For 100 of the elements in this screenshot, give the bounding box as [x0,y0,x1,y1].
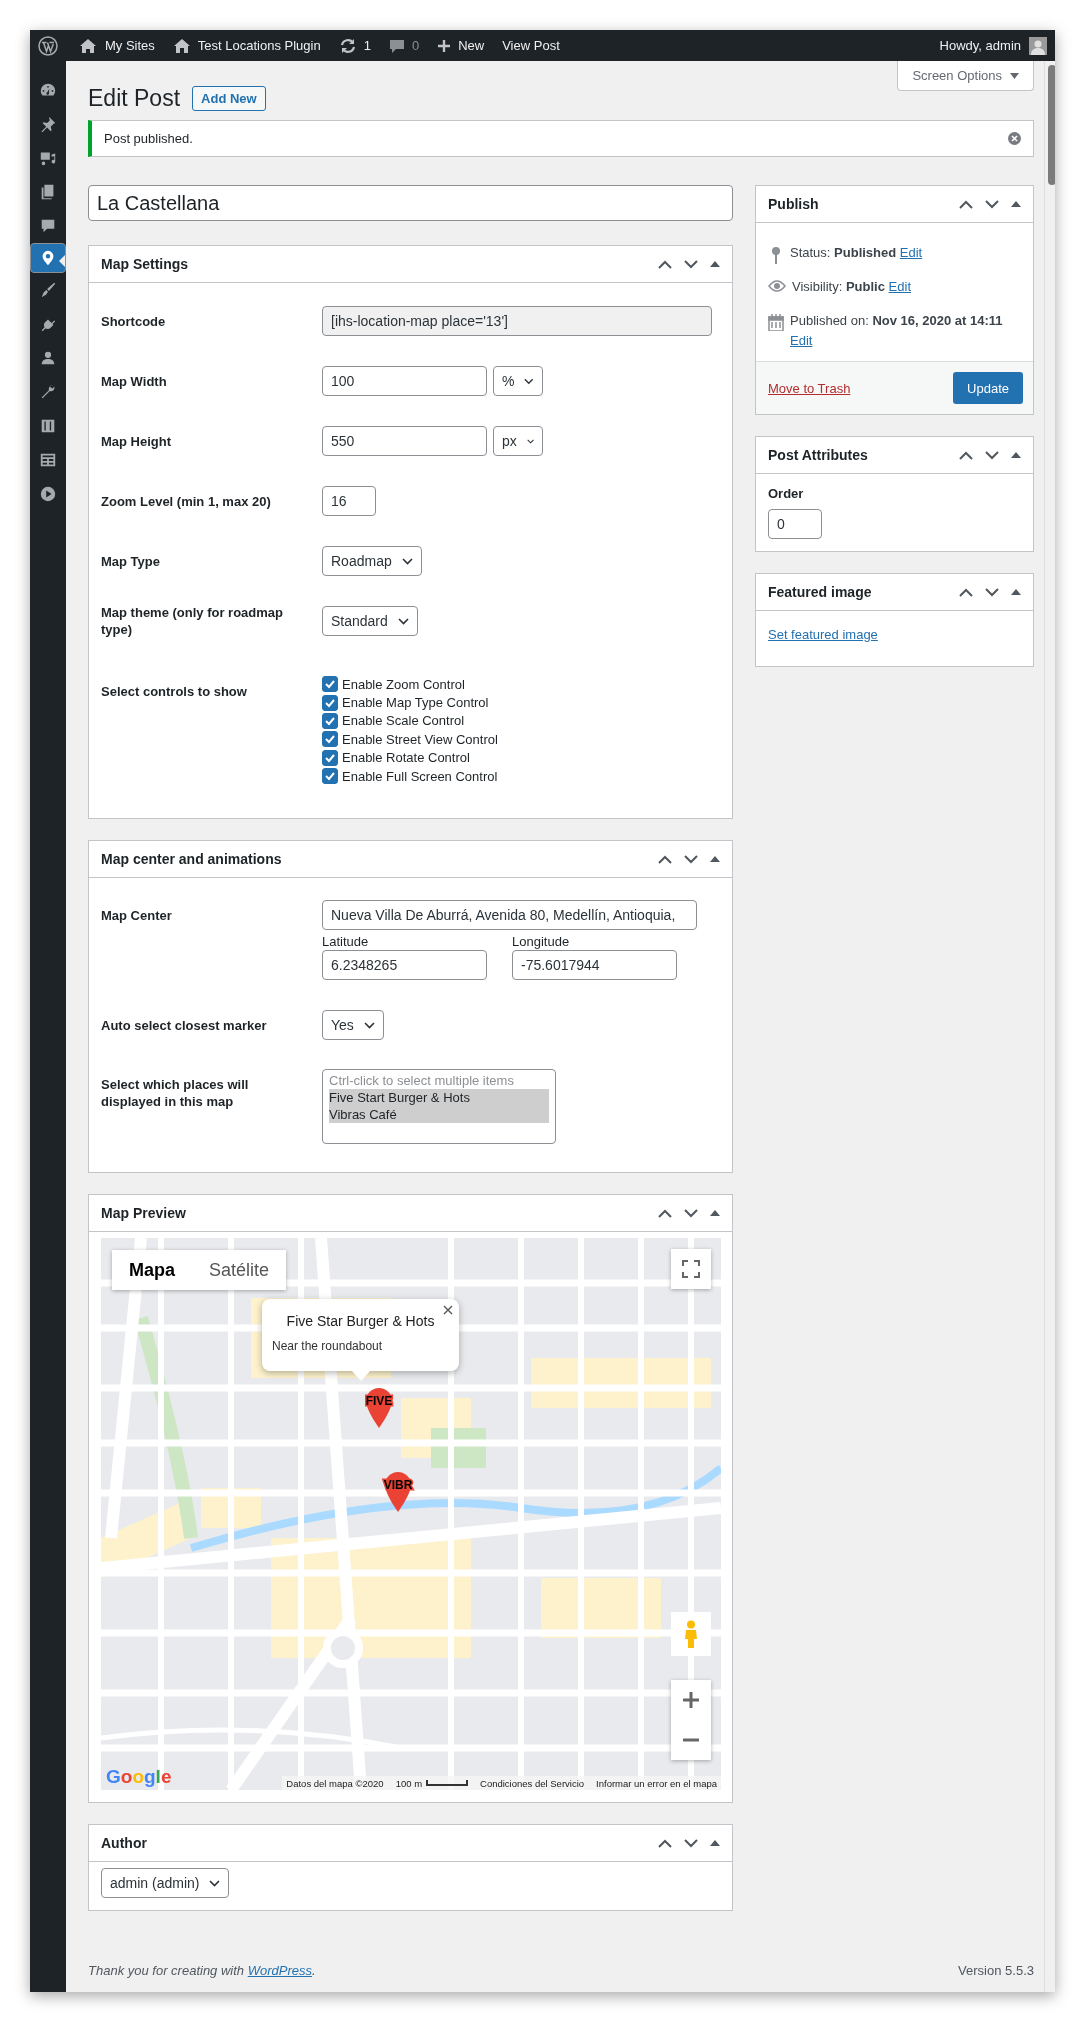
map-type-tab[interactable]: Mapa [112,1250,192,1291]
chevron-down-icon[interactable] [985,199,999,209]
update-button[interactable]: Update [953,372,1023,404]
number-field[interactable]: 100 [322,366,487,396]
edit-link[interactable]: Edit [899,245,923,260]
wordpress-link[interactable]: WordPress [247,1963,312,1978]
order-field[interactable]: 0 [768,509,822,539]
chevron-down-icon[interactable] [684,1208,698,1218]
triangle-icon[interactable] [710,1210,720,1217]
longitude-field[interactable]: -75.6017944 [512,950,677,981]
publish-info: Visibility: Public Edit [792,278,911,296]
panel-title: Map Settings [101,256,189,272]
unit-select[interactable]: % [493,366,543,396]
sliders-icon [39,417,57,435]
close-icon[interactable] [1008,132,1021,145]
account-menu[interactable]: Howdy, admin [939,38,1021,53]
admin-bar-link[interactable]: New [437,38,485,53]
scrollbar[interactable] [1044,61,1055,1992]
notice-text: Post published. [104,131,193,146]
checkbox[interactable] [322,694,338,711]
chevron-down-icon[interactable] [684,1838,698,1848]
triangle-icon[interactable] [710,1840,720,1847]
chevron-up-icon[interactable] [658,259,672,269]
panel-title: Author [101,1835,147,1852]
caret-icon [526,437,534,445]
number-field[interactable]: 16 [322,486,376,516]
unit-select[interactable]: px [493,426,543,456]
admin-bar-link[interactable]: Test Locations Plugin [172,37,321,54]
caret-down-icon [1010,72,1019,79]
admin-bar-link[interactable]: 1 [338,37,371,54]
checkbox[interactable] [322,676,338,693]
field-label: Map theme (only for roadmap type) [101,604,285,638]
home-icon [172,37,191,54]
field-label: Map Type [101,552,161,570]
report-link[interactable]: Informar un error en el mapa [596,1777,717,1789]
field-label: Auto select closest marker [101,1016,268,1034]
map-type-tab[interactable]: Satélite [192,1250,287,1291]
screen-options-tab[interactable]: Screen Options [897,61,1034,91]
terms-link[interactable]: Condiciones del Servicio [480,1777,585,1789]
sidebar-menu-item[interactable] [30,243,66,273]
post-title-field[interactable]: La Castellana [88,185,733,221]
dropdown-select[interactable]: Standard [322,606,418,636]
list-option[interactable]: Vibras Café [329,1106,549,1124]
admin-bar-link[interactable]: My Sites [78,37,155,54]
chevron-down-icon[interactable] [684,854,698,864]
avatar-icon[interactable] [1029,36,1047,55]
dropdown-select[interactable]: Yes [322,1010,384,1041]
chevron-down-icon[interactable] [684,259,698,269]
add-new-button[interactable]: Add New [192,85,266,111]
field-label: Map Height [101,432,173,450]
eye-icon [768,280,786,292]
number-field[interactable]: 550 [322,426,487,456]
triangle-icon[interactable] [1011,589,1021,595]
checkbox[interactable] [322,749,338,766]
panel-title: Map Preview [101,1205,186,1222]
latitude-field[interactable]: 6.2348265 [322,950,487,981]
field-label: Map Center [101,907,173,925]
chevron-up-icon[interactable] [658,1208,672,1218]
triangle-icon[interactable] [710,261,720,267]
address-field[interactable]: Nueva Villa De Aburrá, Avenida 80, Medellín, Antioquia, [322,900,697,931]
plus-icon [683,1692,699,1709]
chevron-up-icon[interactable] [658,854,672,864]
chevron-up-icon[interactable] [959,199,973,209]
chevron-up-icon[interactable] [959,450,973,460]
checkbox-label: Enable Scale Control [342,713,465,729]
places-listbox[interactable]: Ctrl-click to select multiple items Five Start Burger & Hots Vibras Café [322,1069,556,1145]
list-option[interactable]: Five Start Burger & Hots [329,1089,549,1107]
fullscreen-button[interactable] [671,1249,711,1290]
edit-link[interactable]: Edit [790,333,813,348]
shortcode-field[interactable]: [ihs-location-map place='13'] [322,306,712,336]
edit-link[interactable]: Edit [888,279,911,294]
set-featured-image-link[interactable]: Set featured image [768,627,878,642]
caret-icon [524,377,534,385]
panel-title: Map center and animations [101,851,282,868]
chevron-down-icon[interactable] [985,587,999,597]
chevron-up-icon[interactable] [658,1838,672,1848]
field-label: Map Width [101,372,168,390]
info-text: Near the roundabout [272,1339,384,1354]
close-icon[interactable] [443,1305,453,1316]
triangle-icon[interactable] [1011,452,1021,458]
triangle-icon[interactable] [1011,201,1021,207]
triangle-icon[interactable] [710,856,720,863]
publish-info: Published on: Nov 16, 2020 at 14:11 Edit [790,312,1004,350]
wordpress-logo-icon[interactable] [38,35,58,56]
calendar-icon [768,314,784,331]
move-to-trash-link[interactable]: Move to Trash [768,380,851,396]
admin-bar-link[interactable]: 0 [388,37,420,54]
field-label: Select controls to show [101,683,248,700]
chevron-down-icon[interactable] [985,450,999,460]
scale-bar-icon [426,1780,469,1787]
chevron-up-icon[interactable] [959,587,973,597]
checkbox[interactable] [322,712,338,729]
page-title: Edit Post [88,84,181,113]
admin-bar-link[interactable]: View Post [502,38,560,53]
panel-title: Featured image [768,584,872,600]
checkbox[interactable] [322,731,338,748]
checkbox[interactable] [322,768,338,785]
dropdown-select[interactable]: Roadmap [322,546,422,576]
author-select[interactable]: admin (admin) [101,1868,230,1899]
zoom-in-button[interactable] [671,1680,711,1721]
